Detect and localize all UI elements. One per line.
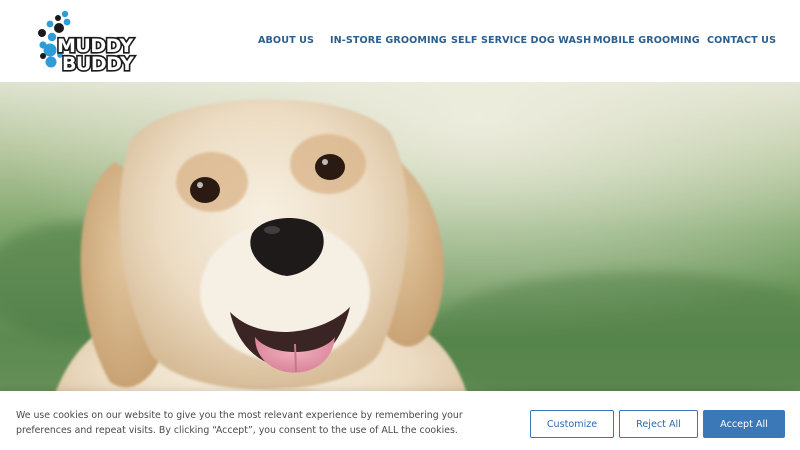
customize-button[interactable]: Customize <box>530 410 614 438</box>
cookie-consent-banner: We use cookies on our website to give yo… <box>0 391 800 450</box>
svg-text:BUDDY: BUDDY <box>62 53 134 74</box>
main-navigation: ABOUT US IN-STORE GROOMING SELF SERVICE … <box>0 34 800 50</box>
cookie-consent-text: We use cookies on our website to give yo… <box>16 410 463 436</box>
nav-about-us[interactable]: ABOUT US <box>258 34 314 48</box>
nav-in-store-grooming[interactable]: IN-STORE GROOMING <box>330 34 447 48</box>
accept-all-button[interactable]: Accept All <box>703 410 785 438</box>
site-header: MUDDY BUDDY ABOUT US IN-STORE GROOMING S… <box>0 0 800 82</box>
nav-contact-us[interactable]: CONTACT US <box>707 34 776 48</box>
nav-self-service-dog-wash[interactable]: SELF SERVICE DOG WASH <box>451 34 591 48</box>
reject-all-button[interactable]: Reject All <box>619 410 698 438</box>
nav-mobile-grooming[interactable]: MOBILE GROOMING <box>593 34 700 48</box>
